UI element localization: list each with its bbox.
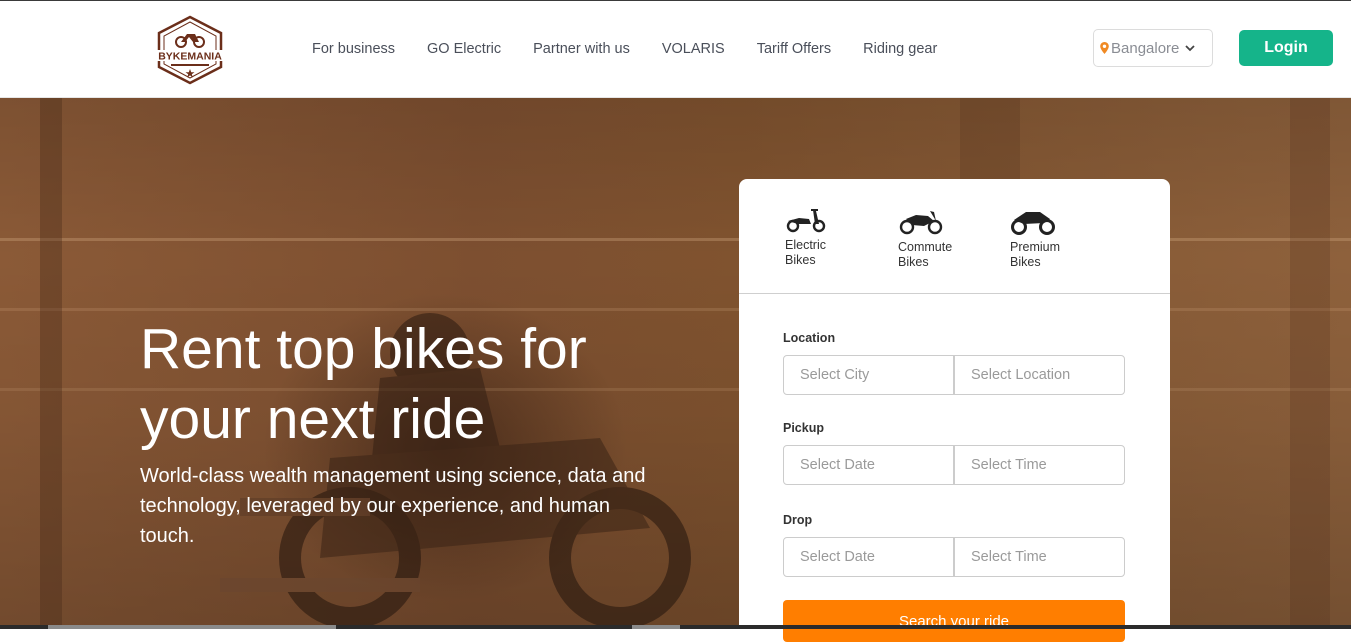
nav-go-electric[interactable]: GO Electric [427,41,501,57]
pickup-date-input[interactable] [783,445,954,485]
bike-type-label: Premium Bikes [1010,240,1061,269]
location-input[interactable] [954,355,1125,395]
map-pin-icon [1100,42,1109,54]
scrollbar-segment [632,625,680,629]
scooter-icon [786,209,826,233]
nav-volaris[interactable]: VOLARIS [662,41,725,57]
site-header: BYKEMANIA For business GO Electric Partn… [0,1,1351,98]
pickup-time-input[interactable] [954,445,1125,485]
city-value: Bangalore [1111,39,1180,57]
drop-date-input[interactable] [783,537,954,577]
background-pillar [1290,98,1330,629]
nav-riding-gear[interactable]: Riding gear [863,41,937,57]
bike-type-label: Electric Bikes [785,238,826,267]
brand-name: BYKEMANIA [158,51,222,63]
city-input[interactable] [783,355,954,395]
main-nav: For business GO Electric Partner with us… [312,1,969,97]
bike-type-premium[interactable]: Premium Bikes [1010,207,1080,270]
bike-type-electric[interactable]: Electric Bikes [785,207,855,268]
login-button[interactable]: Login [1239,30,1333,66]
sport-bike-icon [1011,212,1055,235]
nav-partner-with-us[interactable]: Partner with us [533,41,630,57]
brand-logo[interactable]: BYKEMANIA [153,15,227,85]
nav-tariff-offers[interactable]: Tariff Offers [757,41,831,57]
commute-bike-icon [899,211,943,235]
hero-subtitle: World-class wealth management using scie… [140,465,646,547]
background-pillar [40,98,62,629]
pickup-label: Pickup [783,421,824,435]
drop-time-input[interactable] [954,537,1125,577]
search-ride-button[interactable]: Search your ride [783,600,1125,642]
location-label: Location [783,331,836,345]
chevron-down-icon [1185,45,1195,52]
booking-card: Electric Bikes Commute Bikes Premium Bik… [739,179,1170,642]
bike-type-selector: Electric Bikes Commute Bikes Premium Bik… [739,179,1170,294]
city-selector[interactable]: Bangalore [1093,29,1213,67]
nav-for-business[interactable]: For business [312,41,395,57]
horizontal-scrollbar[interactable] [0,625,1351,629]
drop-label: Drop [783,513,813,527]
bike-type-commute[interactable]: Commute Bikes [898,207,968,270]
scrollbar-thumb[interactable] [48,625,336,629]
hero-title: Rent top bikes for your next ride [140,317,587,451]
bike-type-label: Commute Bikes [898,240,953,269]
